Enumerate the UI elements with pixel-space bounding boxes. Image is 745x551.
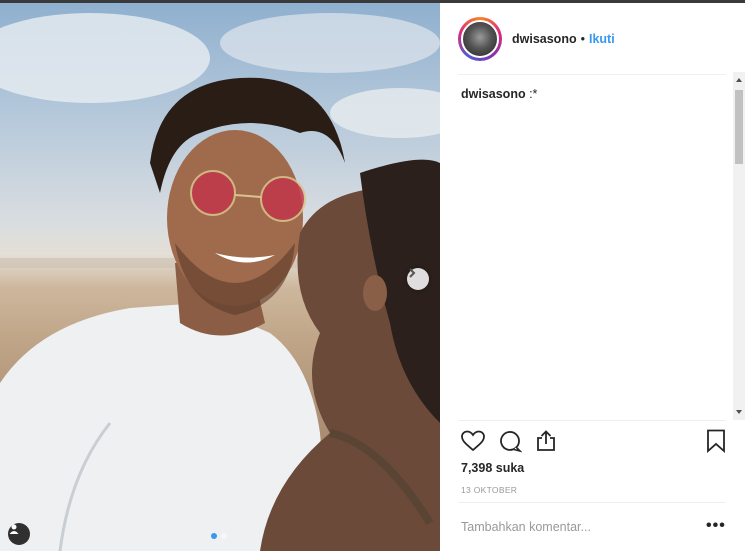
caption: dwisasono :* — [461, 87, 721, 101]
caption-username[interactable]: dwisasono — [461, 87, 526, 101]
header-separator: • — [580, 32, 585, 46]
comment-button[interactable] — [497, 430, 523, 456]
comment-input[interactable]: Tambahkan komentar... — [461, 520, 591, 534]
scroll-down-icon[interactable] — [736, 410, 742, 414]
action-bar — [460, 429, 729, 458]
comment-icon — [498, 429, 523, 458]
carousel-dot — [221, 533, 227, 539]
next-slide-button[interactable] — [407, 268, 429, 290]
heart-icon — [461, 430, 485, 457]
follow-button[interactable]: Ikuti — [589, 32, 615, 46]
photo-illustration — [0, 13, 440, 551]
post-details-panel: dwisasono • Ikuti dwisasono :* 7,398 suk… — [440, 3, 745, 551]
share-icon — [535, 429, 557, 457]
more-options-button[interactable]: ••• — [706, 517, 726, 535]
bookmark-icon — [706, 429, 726, 458]
like-count[interactable]: 7,398 suka — [461, 461, 524, 475]
avatar-image — [461, 20, 499, 58]
comments-scrollbar[interactable] — [733, 72, 745, 420]
divider — [458, 420, 726, 421]
save-button[interactable] — [703, 429, 729, 458]
scroll-up-icon[interactable] — [736, 78, 742, 82]
scrollbar-thumb[interactable] — [735, 90, 743, 164]
caption-text: :* — [529, 87, 538, 101]
carousel-indicator — [211, 533, 227, 539]
username-link[interactable]: dwisasono — [512, 32, 577, 46]
carousel-dot — [211, 533, 217, 539]
post-photo[interactable] — [0, 3, 440, 551]
divider — [458, 74, 726, 75]
post-header: dwisasono • Ikuti — [440, 3, 745, 75]
share-button[interactable] — [533, 429, 559, 457]
divider — [458, 502, 726, 503]
like-button[interactable] — [460, 430, 486, 456]
post-date: 13 OKTOBER — [461, 485, 518, 495]
tagged-users-button[interactable] — [8, 523, 30, 545]
avatar[interactable] — [458, 17, 502, 61]
